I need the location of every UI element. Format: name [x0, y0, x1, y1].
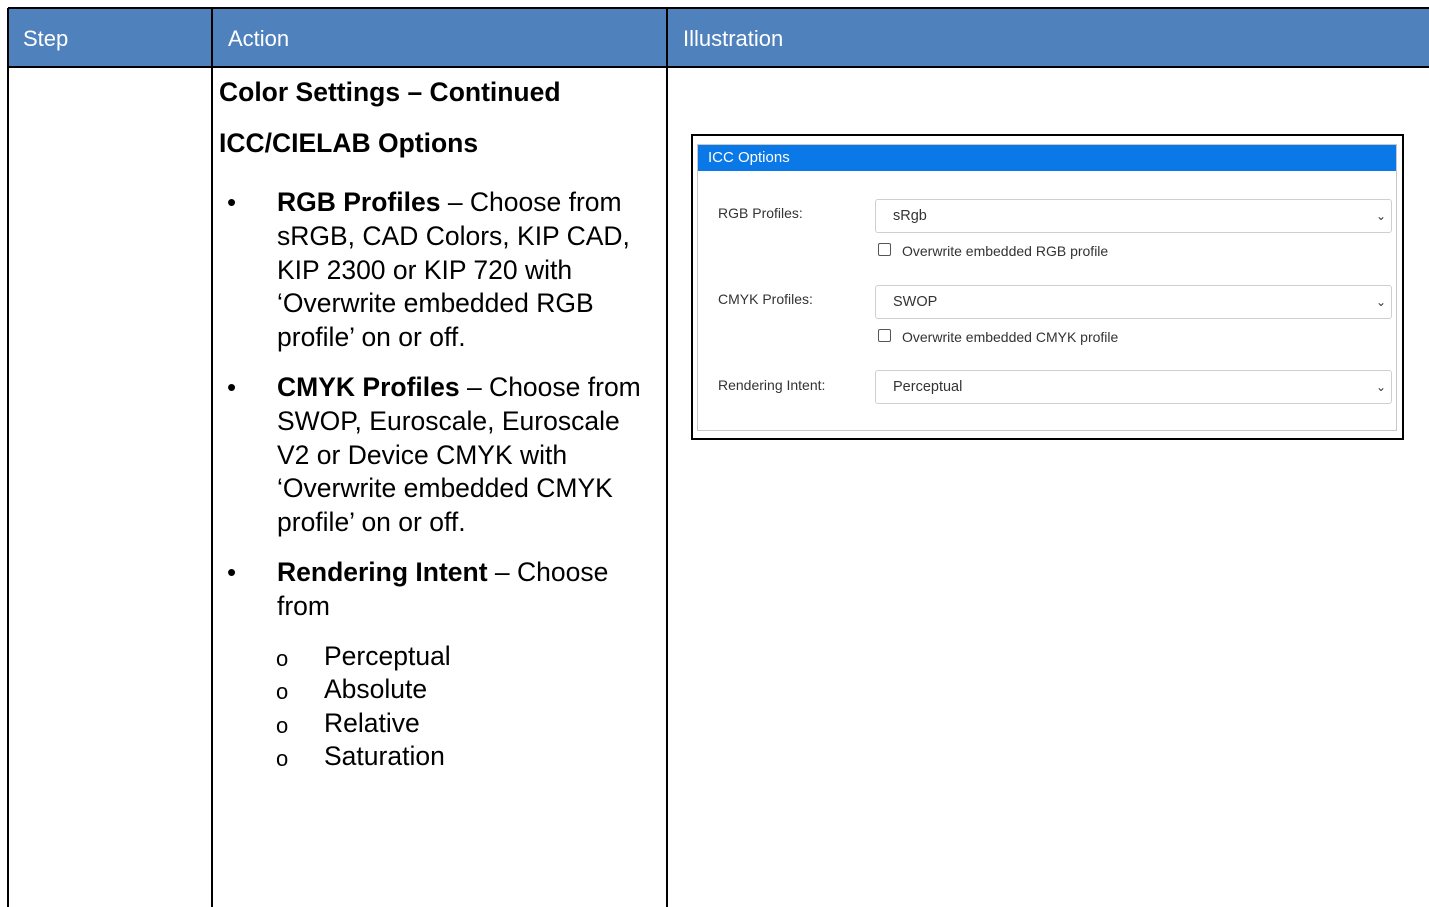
rgb-profiles-value: sRgb	[893, 208, 927, 224]
sub-bullet: o	[276, 679, 289, 705]
intent-option-label: Saturation	[324, 741, 445, 772]
bullet-list: • RGB Profiles – Choose from sRGB, CAD C…	[219, 186, 659, 774]
chevron-down-icon: ⌄	[1375, 380, 1386, 394]
rgb-profiles-select[interactable]: sRgb ⌄	[875, 199, 1392, 233]
overwrite-rgb-checkbox[interactable]	[878, 243, 891, 256]
overwrite-rgb-label: Overwrite embedded RGB profile	[902, 243, 1109, 259]
table-left-border	[7, 8, 9, 907]
intent-option-label: Perceptual	[324, 640, 451, 671]
list-item: o Saturation	[219, 740, 659, 774]
list-item: o Absolute	[219, 673, 659, 707]
panel-title: ICC Options	[698, 145, 1396, 171]
rendering-intent-value: Perceptual	[893, 379, 963, 395]
bullet-dot: •	[227, 556, 237, 587]
icc-options-panel: ICC Options RGB Profiles: sRgb ⌄ Overwri…	[697, 144, 1397, 431]
cmyk-profiles-select[interactable]: SWOP ⌄	[875, 285, 1392, 319]
cmyk-profiles-value: SWOP	[893, 294, 938, 310]
bullet-rgb-profiles: • RGB Profiles – Choose from sRGB, CAD C…	[219, 186, 659, 355]
sub-bullet: o	[276, 645, 289, 671]
column-divider-2	[666, 8, 668, 907]
intent-options-list: o Perceptual o Absolute o Relative o Saturat…	[219, 640, 659, 774]
header-step: Step	[23, 26, 69, 51]
section-subtitle: ICC/CIELAB Options	[219, 128, 479, 158]
list-item: o Relative	[219, 707, 659, 741]
bullet-cmyk-profiles: • CMYK Profiles – Choose from SWOP, Euro…	[219, 371, 659, 540]
overwrite-cmyk-checkbox[interactable]	[878, 329, 891, 342]
intent-option-label: Absolute	[324, 674, 428, 705]
intent-option-label: Relative	[324, 707, 420, 738]
chevron-down-icon: ⌄	[1375, 295, 1386, 309]
chevron-down-icon: ⌄	[1375, 209, 1386, 223]
overwrite-cmyk-label: Overwrite embedded CMYK profile	[902, 329, 1119, 345]
sub-bullet: o	[276, 712, 289, 738]
bullet-term: Rendering Intent	[277, 556, 488, 587]
rendering-intent-select[interactable]: Perceptual ⌄	[875, 370, 1392, 404]
rgb-profiles-label: RGB Profiles:	[718, 205, 803, 221]
table-top-border	[8, 7, 1429, 9]
bullet-dot: •	[227, 187, 237, 217]
section-title: Color Settings – Continued	[219, 77, 561, 107]
illustration-screenshot: ICC Options RGB Profiles: sRgb ⌄ Overwri…	[691, 134, 1404, 440]
header-bottom-border	[8, 66, 1429, 68]
bullet-dot: •	[227, 371, 237, 402]
bullet-term: CMYK Profiles	[277, 371, 460, 402]
header-action: Action	[228, 26, 290, 51]
cmyk-profiles-label: CMYK Profiles:	[718, 291, 813, 307]
table-header-row: Step Action Illustration	[8, 8, 1429, 68]
sub-bullet: o	[276, 746, 289, 772]
column-divider-1	[211, 8, 213, 907]
rendering-intent-label: Rendering Intent:	[718, 377, 826, 393]
bullet-rendering-intent: • Rendering Intent – Choose from	[219, 556, 659, 624]
list-item: o Perceptual	[219, 640, 659, 674]
bullet-term: RGB Profiles	[277, 187, 441, 217]
header-illustration: Illustration	[683, 26, 784, 51]
